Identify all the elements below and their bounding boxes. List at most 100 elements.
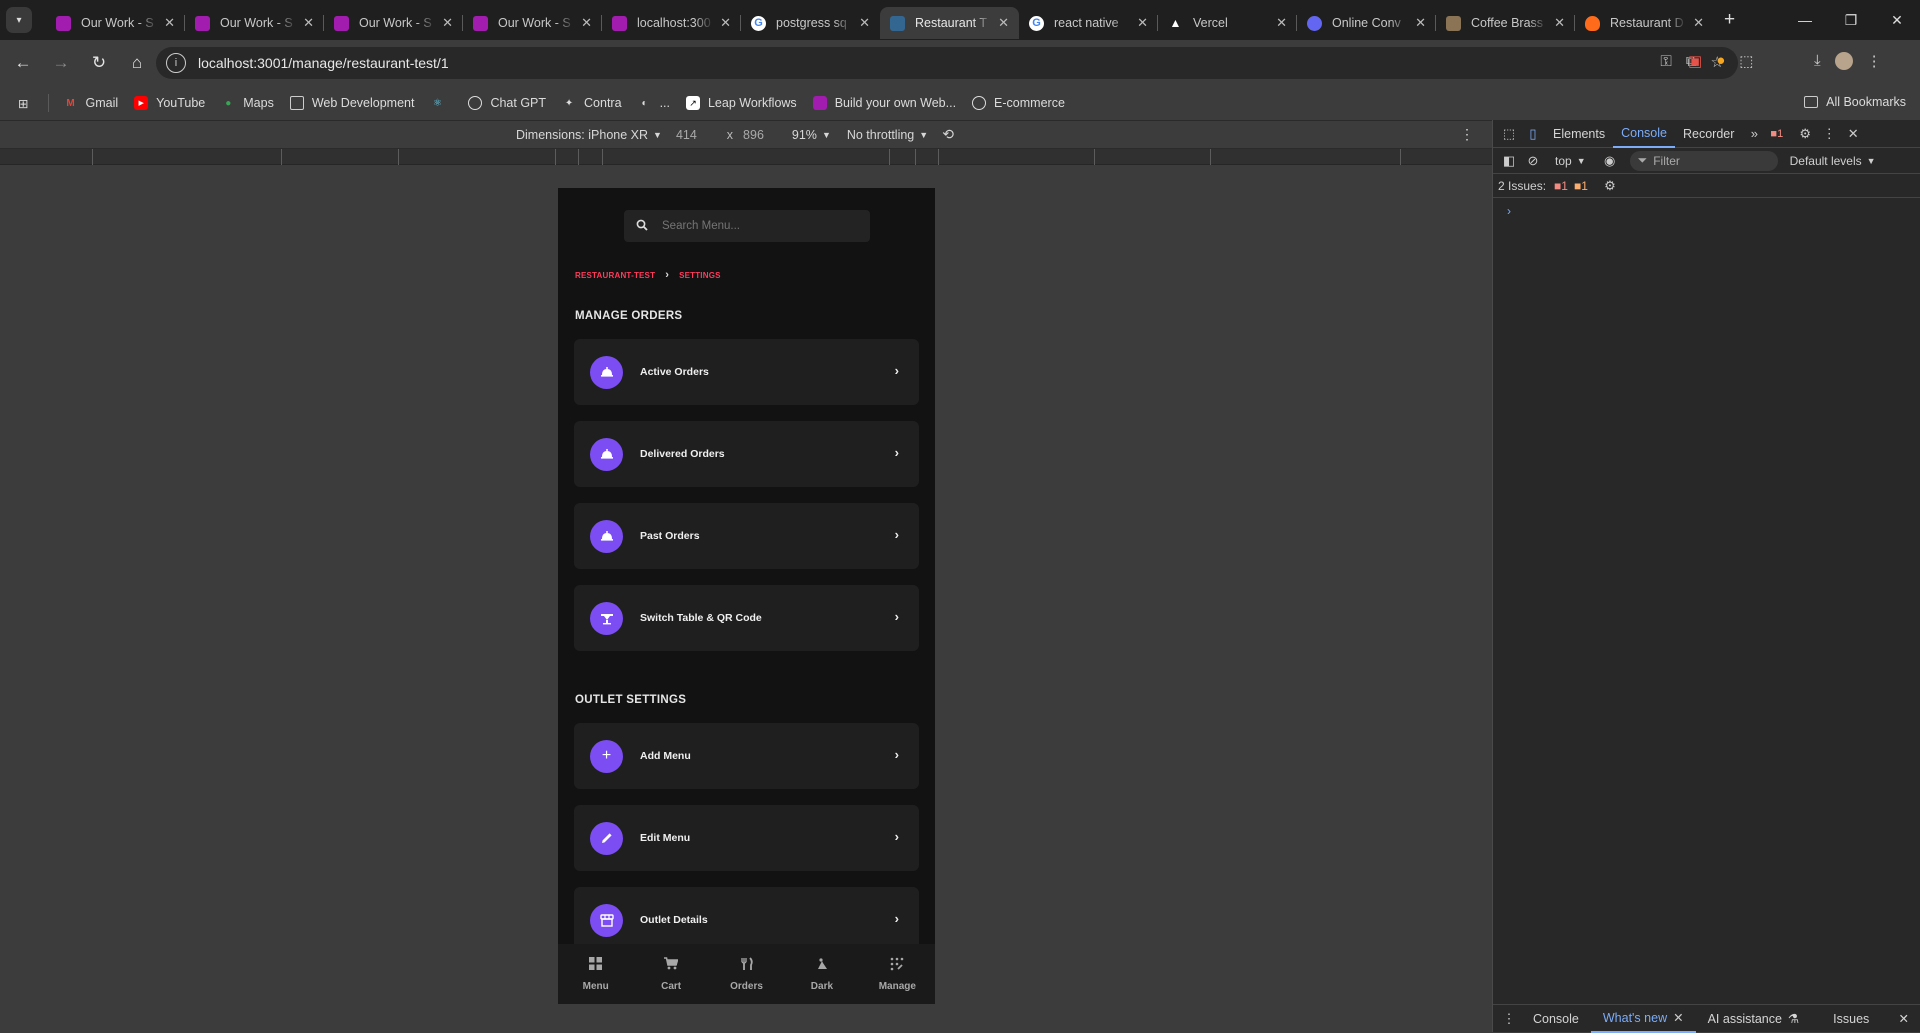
close-tab-icon[interactable]: ✕ — [442, 15, 453, 31]
close-tab-icon[interactable]: ✕ — [720, 15, 731, 31]
card-switch-table-qr[interactable]: Switch Table & QR Code › — [574, 585, 919, 651]
nav-orders[interactable]: Orders — [709, 944, 784, 1004]
bookmark-leap-workflows[interactable]: ↗ Leap Workflows — [685, 96, 797, 110]
devtools-more-icon[interactable]: ⋮ — [1817, 126, 1841, 142]
search-input[interactable] — [662, 220, 862, 232]
device-width-input[interactable]: 414 — [676, 128, 697, 142]
device-more-icon[interactable]: ⋮ — [1460, 126, 1474, 143]
bookmark-globe[interactable]: ◐... — [638, 96, 670, 110]
nav-manage[interactable]: Manage — [860, 944, 935, 1004]
card-add-menu[interactable]: + Add Menu › — [574, 723, 919, 789]
card-active-orders[interactable]: Active Orders › — [574, 339, 919, 405]
more-tabs-icon[interactable]: » — [1742, 126, 1766, 141]
close-tab-icon[interactable]: ✕ — [1554, 15, 1565, 31]
browser-tab[interactable]: Restaurant D ✕ — [1575, 7, 1714, 39]
extension-orange-icon[interactable]: ● — [1716, 52, 1725, 70]
breadcrumb-restaurant[interactable]: RESTAURANT-TEST — [575, 271, 655, 280]
nav-menu[interactable]: Menu — [558, 944, 633, 1004]
tab-console[interactable]: Console — [1613, 120, 1675, 148]
sidebar-toggle-icon[interactable]: ◧ — [1497, 153, 1521, 169]
apps-grid-icon[interactable]: ⊞ — [18, 96, 28, 111]
clear-console-icon[interactable]: ⊘ — [1521, 153, 1545, 169]
drawer-menu-icon[interactable]: ⋮ — [1497, 1011, 1521, 1027]
drawer-tab-console[interactable]: Console — [1521, 1005, 1591, 1033]
bookmark-youtube[interactable]: ▶ YouTube — [134, 96, 205, 110]
close-tab-icon[interactable]: ✕ — [1137, 15, 1148, 31]
tab-elements[interactable]: Elements — [1545, 120, 1613, 148]
close-tab-icon[interactable]: ✕ — [859, 15, 870, 31]
close-window-icon[interactable]: ✕ — [1874, 0, 1920, 40]
bookmark-maps[interactable]: ● Maps — [221, 96, 274, 110]
card-past-orders[interactable]: Past Orders › — [574, 503, 919, 569]
close-tab-icon[interactable]: ✕ — [1415, 15, 1426, 31]
zoom-select[interactable]: 91% ▼ — [792, 128, 831, 142]
browser-tab[interactable]: ▲ Vercel ✕ — [1158, 7, 1297, 39]
minimize-icon[interactable]: — — [1782, 0, 1828, 40]
browser-tab[interactable]: Coffee Brass ✕ — [1436, 7, 1575, 39]
extension-red-icon[interactable]: ▣ — [1688, 52, 1702, 70]
bookmark-ecommerce[interactable]: E-commerce — [972, 96, 1065, 110]
profile-avatar[interactable] — [1834, 52, 1853, 70]
url-text[interactable]: localhost:3001/manage/restaurant-test/1 — [198, 55, 449, 71]
browser-tab[interactable]: Our Work - S ✕ — [463, 7, 602, 39]
bookmark-gmail[interactable]: M Gmail — [63, 96, 118, 110]
browser-tab-active[interactable]: Restaurant T ✕ — [880, 7, 1019, 39]
close-tab-icon[interactable]: ✕ — [1276, 15, 1287, 31]
close-devtools-icon[interactable]: ✕ — [1841, 126, 1865, 142]
error-badge[interactable]: ■1 — [1770, 128, 1783, 140]
drawer-tab-ai-assistance[interactable]: AI assistance ⚗ — [1696, 1005, 1812, 1033]
context-select[interactable]: top ▼ — [1555, 154, 1586, 168]
rotate-icon[interactable]: ⟲ — [942, 126, 954, 143]
bookmark-web-development[interactable]: Web Development — [289, 96, 414, 110]
drawer-tab-whats-new[interactable]: What's new ✕ — [1590, 1005, 1696, 1033]
device-select[interactable]: Dimensions: iPhone XR ▼ — [516, 128, 662, 142]
chrome-menu-icon[interactable]: ⋮ — [1867, 52, 1882, 70]
card-delivered-orders[interactable]: Delivered Orders › — [574, 421, 919, 487]
throttle-select[interactable]: No throttling ▼ — [847, 128, 928, 142]
search-menu-box[interactable] — [624, 210, 870, 242]
bookmark-build-web[interactable]: Build your own Web... — [812, 96, 956, 110]
console-prompt-chevron[interactable]: › — [1507, 204, 1511, 218]
close-tab-icon[interactable]: ✕ — [1693, 15, 1704, 31]
close-drawer-icon[interactable]: ✕ — [1899, 1011, 1909, 1026]
browser-tab[interactable]: Greact native ✕ — [1019, 7, 1158, 39]
nav-dark-mode[interactable]: Dark — [784, 944, 859, 1004]
settings-gear-icon[interactable]: ⚙ — [1793, 126, 1817, 142]
browser-tab[interactable]: Our Work - S ✕ — [46, 7, 185, 39]
close-tab-icon[interactable]: ✕ — [1673, 1010, 1683, 1025]
downloads-icon[interactable]: ⤓ — [1814, 52, 1821, 70]
breadcrumb-settings[interactable]: SETTINGS — [679, 271, 721, 280]
home-icon[interactable]: ⌂ — [122, 48, 152, 78]
all-bookmarks-button[interactable]: All Bookmarks — [1804, 95, 1906, 109]
reload-icon[interactable]: ↻ — [84, 48, 114, 78]
device-toggle-icon[interactable]: ▯ — [1521, 126, 1545, 142]
site-info-icon[interactable]: i — [166, 53, 186, 73]
drawer-tab-issues[interactable]: Issues — [1821, 1005, 1881, 1033]
address-bar[interactable]: i localhost:3001/manage/restaurant-test/… — [156, 47, 1738, 79]
restore-icon[interactable]: ❐ — [1828, 0, 1874, 40]
tab-recorder[interactable]: Recorder — [1675, 120, 1742, 148]
card-edit-menu[interactable]: Edit Menu › — [574, 805, 919, 871]
password-key-icon[interactable]: ⚿ — [1660, 53, 1671, 71]
device-height-input[interactable]: 896 — [743, 128, 764, 142]
inspect-element-icon[interactable]: ⬚ — [1497, 126, 1521, 142]
live-expression-eye-icon[interactable]: ◉ — [1598, 153, 1622, 169]
close-tab-icon[interactable]: ✕ — [581, 15, 592, 31]
console-filter-input[interactable]: ⏷ Filter — [1629, 150, 1778, 171]
bookmark-react[interactable]: ⚛ — [430, 96, 452, 110]
forward-icon[interactable]: → — [46, 48, 76, 78]
bookmark-chat-gpt[interactable]: Chat GPT — [468, 96, 546, 110]
browser-tab[interactable]: Our Work - S ✕ — [324, 7, 463, 39]
close-tab-icon[interactable]: ✕ — [303, 15, 314, 31]
close-tab-icon[interactable]: ✕ — [998, 15, 1009, 31]
issues-bar[interactable]: 2 Issues: ■1 ■1 ⚙ — [1493, 174, 1920, 198]
close-tab-icon[interactable]: ✕ — [164, 15, 175, 31]
bookmark-contra[interactable]: ✦ Contra — [562, 96, 622, 110]
back-icon[interactable]: ← — [8, 48, 38, 78]
nav-cart[interactable]: Cart — [633, 944, 708, 1004]
extensions-puzzle-icon[interactable]: ⬚ — [1739, 52, 1753, 70]
new-tab-button[interactable]: + — [1724, 9, 1735, 31]
issues-settings-icon[interactable]: ⚙ — [1598, 178, 1622, 194]
browser-tab[interactable]: localhost:300 ✕ — [602, 7, 741, 39]
browser-tab[interactable]: Gpostgress sq ✕ — [741, 7, 880, 39]
